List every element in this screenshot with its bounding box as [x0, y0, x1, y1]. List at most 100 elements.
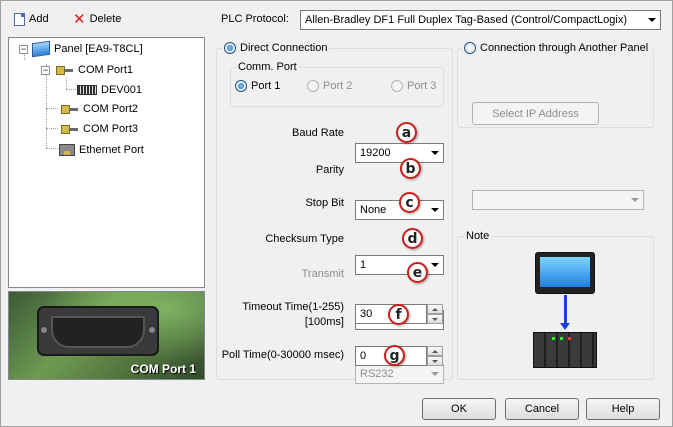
radio-selected-icon — [224, 42, 236, 54]
tree-connector — [66, 78, 67, 89]
new-document-icon — [14, 12, 25, 26]
stop-bit-value: 1 — [360, 259, 367, 271]
serial-port-icon — [59, 102, 79, 116]
timeout-time-value: 30 — [360, 308, 373, 320]
another-panel-select[interactable] — [472, 190, 644, 210]
plc-protocol-label: PLC Protocol: — [221, 13, 289, 25]
spin-up-icon[interactable] — [427, 304, 443, 314]
port3-label: Port 3 — [407, 80, 437, 92]
tree-item-com-port3[interactable]: COM Port3 — [59, 121, 138, 137]
spin-down-icon[interactable] — [427, 356, 443, 366]
delete-button-label: Delete — [89, 13, 122, 25]
port-tree[interactable]: − Panel [EA9-T8CL] − COM Port1 DEV001 CO… — [8, 37, 205, 288]
poll-time-value: 0 — [360, 350, 367, 362]
collapse-icon[interactable]: − — [41, 65, 50, 75]
chevron-down-icon — [428, 202, 442, 218]
chevron-down-icon — [428, 366, 442, 382]
preview-label: COM Port 1 — [130, 362, 196, 376]
callout-f: f — [388, 304, 409, 325]
baud-rate-value: 19200 — [360, 147, 391, 159]
port3-radio[interactable]: Port 3 — [391, 80, 436, 92]
timeout-time-label: Timeout Time(1-255) — [242, 301, 344, 313]
port1-radio[interactable]: Port 1 — [235, 80, 280, 92]
radio-empty-icon — [391, 80, 403, 92]
hmi-panel-icon — [535, 252, 595, 294]
tree-item-label: Ethernet Port — [79, 144, 144, 156]
direct-connection-label: Direct Connection — [240, 42, 328, 54]
tree-connector — [66, 89, 76, 90]
tree-connector — [46, 148, 58, 149]
chevron-down-icon — [428, 257, 442, 273]
tree-item-label: COM Port1 — [78, 64, 134, 76]
ethernet-port-icon — [59, 144, 75, 156]
tree-item-label: COM Port2 — [83, 103, 139, 115]
timeout-spinner[interactable] — [427, 304, 443, 324]
timeout-unit-label: [100ms] — [304, 316, 344, 328]
baud-rate-label: Baud Rate — [292, 127, 344, 139]
ok-button[interactable]: OK — [422, 398, 496, 420]
parity-value: None — [360, 204, 387, 216]
tree-item-label: COM Port3 — [83, 123, 139, 135]
select-ip-address-button[interactable]: Select IP Address — [472, 102, 599, 125]
tree-connector — [46, 108, 58, 109]
tree-item-com-port2[interactable]: COM Port2 — [59, 101, 138, 117]
tree-item-ethernet-port[interactable]: Ethernet Port — [59, 142, 144, 158]
direct-connection-radio[interactable]: Direct Connection — [222, 42, 330, 54]
plc-device-icon — [77, 85, 97, 95]
port1-label: Port 1 — [251, 80, 281, 92]
cancel-button[interactable]: Cancel — [505, 398, 579, 420]
another-panel-label: Connection through Another Panel — [480, 42, 649, 54]
port2-label: Port 2 — [323, 80, 353, 92]
plc-protocol-select[interactable]: Allen-Bradley DF1 Full Duplex Tag-Based … — [300, 10, 661, 30]
callout-b: b — [400, 158, 421, 179]
tree-item-dev001[interactable]: DEV001 — [77, 82, 142, 98]
add-button-label: Add — [29, 13, 49, 25]
db15-connector-icon — [37, 306, 159, 356]
tree-item-label: DEV001 — [101, 84, 142, 96]
callout-c: c — [399, 192, 420, 213]
callout-e: e — [407, 262, 428, 283]
add-button[interactable]: Add — [14, 10, 49, 28]
monitor-icon — [32, 40, 50, 58]
poll-time-spinner[interactable] — [427, 346, 443, 366]
ok-button-label: OK — [451, 403, 467, 415]
stop-bit-select[interactable]: 1 — [355, 255, 444, 275]
callout-a: a — [396, 122, 417, 143]
poll-time-label: Poll Time(0-30000 msec) — [221, 349, 344, 361]
baud-rate-select[interactable]: 19200 — [355, 143, 444, 163]
parity-label: Parity — [315, 164, 344, 176]
comm-port-label: Comm. Port — [236, 61, 299, 73]
port2-radio[interactable]: Port 2 — [307, 80, 352, 92]
select-ip-address-label: Select IP Address — [492, 107, 579, 120]
radio-empty-icon — [464, 42, 476, 54]
another-panel-radio[interactable]: Connection through Another Panel — [462, 42, 651, 54]
tree-item-label: Panel [EA9-T8CL] — [54, 43, 143, 55]
checksum-type-label: Checksum Type — [265, 233, 344, 245]
tree-item-panel[interactable]: − Panel [EA9-T8CL] — [19, 40, 143, 58]
collapse-icon[interactable]: − — [19, 44, 28, 54]
plc-protocol-value: Allen-Bradley DF1 Full Duplex Tag-Based … — [305, 14, 627, 26]
radio-empty-icon — [307, 80, 319, 92]
cancel-button-label: Cancel — [524, 403, 560, 415]
callout-d: d — [402, 228, 423, 249]
transmit-label: Transmit — [301, 268, 344, 280]
help-button[interactable]: Help — [586, 398, 660, 420]
transmit-value: RS232 — [360, 368, 394, 380]
help-button-label: Help — [611, 403, 635, 415]
spin-down-icon[interactable] — [427, 314, 443, 324]
transmit-select[interactable]: RS232 — [355, 364, 444, 384]
port-preview-image: COM Port 1 — [8, 291, 205, 380]
spin-up-icon[interactable] — [427, 346, 443, 356]
chevron-down-icon — [628, 192, 642, 208]
serial-port-icon — [59, 122, 79, 136]
callout-g: g — [384, 345, 405, 366]
arrow-down-icon — [560, 295, 570, 330]
chevron-down-icon — [428, 145, 442, 161]
delete-x-icon: ✕ — [73, 10, 86, 28]
note-label: Note — [464, 230, 492, 242]
serial-port-icon — [54, 63, 74, 77]
delete-button[interactable]: ✕ Delete — [73, 10, 121, 28]
tree-item-com-port1[interactable]: − COM Port1 — [41, 62, 133, 78]
plc-rack-icon — [533, 332, 597, 368]
stop-bit-label: Stop Bit — [305, 197, 344, 209]
